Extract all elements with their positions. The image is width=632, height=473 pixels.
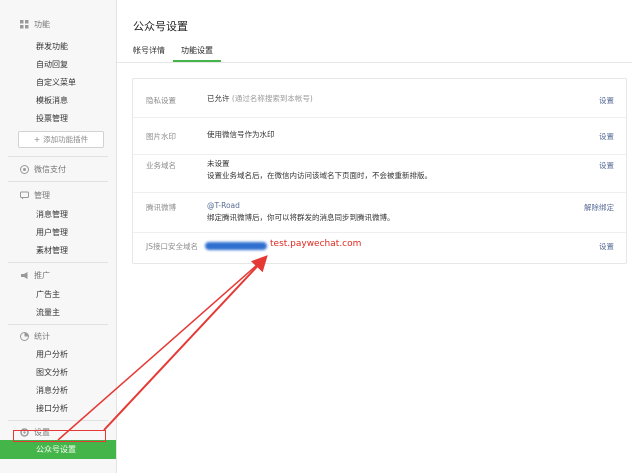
sidebar-item-vote-manage[interactable]: 投票管理 [36, 113, 68, 124]
weibo-account-link[interactable]: @T-Road [207, 201, 240, 210]
sidebar-section-promote: 推广 [20, 270, 50, 281]
divider [8, 420, 108, 421]
setting-label: 腾讯微博 [146, 203, 176, 212]
sidebar-item-template-msg[interactable]: 模板消息 [36, 95, 68, 106]
setting-label: 图片水印 [146, 132, 176, 141]
sidebar-item-user-analysis[interactable]: 用户分析 [36, 349, 68, 360]
js-domain-settings-link[interactable]: 设置 [599, 241, 614, 252]
chart-icon [20, 332, 29, 341]
sidebar-item-advertiser[interactable]: 广告主 [36, 289, 60, 300]
plus-icon: + [33, 135, 41, 144]
section-title: 微信支付 [34, 165, 66, 174]
annotation-highlight-box [13, 430, 106, 442]
weibo-value: @T-Road 绑定腾讯微博后，你可以将群发的消息同步到腾讯微博。 [207, 200, 395, 224]
megaphone-icon [20, 271, 29, 280]
tab-function-settings[interactable]: 功能设置 [181, 45, 213, 56]
watermark-settings-link[interactable]: 设置 [599, 131, 614, 142]
business-domain-status: 未设置 [207, 159, 230, 168]
sidebar: 功能 群发功能 自动回复 自定义菜单 模板消息 投票管理 + 添加功能插件 微信… [0, 0, 117, 473]
sidebar-item-message-analysis[interactable]: 消息分析 [36, 385, 68, 396]
tab-account-details[interactable]: 帐号详情 [133, 45, 165, 56]
setting-row-watermark: 图片水印 使用微信号作为水印 设置 [133, 117, 626, 155]
setting-row-privacy: 隐私设置 已允许 (通过名称搜索到本帐号) 设置 [133, 79, 626, 118]
setting-label: 隐私设置 [146, 96, 176, 105]
setting-row-business-domain: 业务域名 未设置 设置业务域名后，在微信内访问该域名下页面时，不会被重新排版。 … [133, 154, 626, 193]
sidebar-section-function: 功能 [20, 19, 50, 30]
watermark-value: 使用微信号作为水印 [207, 130, 275, 139]
page-title: 公众号设置 [133, 20, 188, 33]
sidebar-item-publisher[interactable]: 流量主 [36, 307, 60, 318]
setting-label: 业务域名 [146, 161, 176, 170]
tab-bar: 帐号详情 功能设置 [117, 40, 632, 63]
sidebar-item-custom-menu[interactable]: 自定义菜单 [36, 77, 76, 88]
business-domain-settings-link[interactable]: 设置 [599, 160, 614, 171]
divider [8, 262, 108, 263]
section-title: 推广 [34, 271, 50, 280]
setting-label: JS接口安全域名 [146, 242, 198, 251]
sidebar-section-stats: 统计 [20, 331, 50, 342]
redaction-mask [205, 242, 267, 250]
section-title: 管理 [34, 191, 50, 200]
divider [8, 324, 108, 325]
privacy-settings-link[interactable]: 设置 [599, 95, 614, 106]
sidebar-item-label: 公众号设置 [36, 445, 76, 454]
unbind-weibo-link[interactable]: 解除绑定 [584, 202, 614, 213]
setting-row-js-domain: JS接口安全域名 test.paywechat.com 设置 [133, 232, 626, 263]
sidebar-item-article-analysis[interactable]: 图文分析 [36, 367, 68, 378]
divider [8, 156, 108, 157]
grid-icon [20, 20, 29, 29]
business-domain-desc: 设置业务域名后，在微信内访问该域名下页面时，不会被重新排版。 [207, 171, 432, 180]
setting-value: 已允许 (通过名称搜索到本帐号) [207, 93, 313, 105]
sidebar-item-messages[interactable]: 消息管理 [36, 209, 68, 220]
privacy-note: (通过名称搜索到本帐号) [231, 94, 313, 103]
sidebar-item-api-analysis[interactable]: 接口分析 [36, 403, 68, 414]
sidebar-item-mass-send[interactable]: 群发功能 [36, 41, 68, 52]
business-domain-value: 未设置 设置业务域名后，在微信内访问该域名下页面时，不会被重新排版。 [207, 158, 432, 182]
chat-icon [20, 191, 29, 200]
wechat-pay-icon [20, 165, 29, 174]
setting-row-tencent-weibo: 腾讯微博 @T-Road 绑定腾讯微博后，你可以将群发的消息同步到腾讯微博。 解… [133, 192, 626, 233]
section-title: 统计 [34, 332, 50, 341]
add-plugin-label: 添加功能插件 [43, 135, 89, 144]
sidebar-item-account-settings[interactable]: 公众号设置 [0, 440, 116, 459]
sidebar-item-wechat-pay[interactable]: 微信支付 [20, 164, 66, 175]
divider [8, 181, 108, 182]
sidebar-item-materials[interactable]: 素材管理 [36, 245, 68, 256]
weibo-desc: 绑定腾讯微博后，你可以将群发的消息同步到腾讯微博。 [207, 213, 395, 222]
active-tab-indicator [173, 60, 221, 62]
add-plugin-button[interactable]: + 添加功能插件 [18, 131, 104, 148]
privacy-status: 已允许 [207, 94, 230, 103]
sidebar-item-auto-reply[interactable]: 自动回复 [36, 59, 68, 70]
section-title: 功能 [34, 20, 50, 29]
sidebar-item-users[interactable]: 用户管理 [36, 227, 68, 238]
sidebar-section-manage: 管理 [20, 190, 50, 201]
settings-panel: 隐私设置 已允许 (通过名称搜索到本帐号) 设置 图片水印 使用微信号作为水印 … [132, 78, 627, 264]
js-domain-value: test.paywechat.com [270, 239, 362, 249]
